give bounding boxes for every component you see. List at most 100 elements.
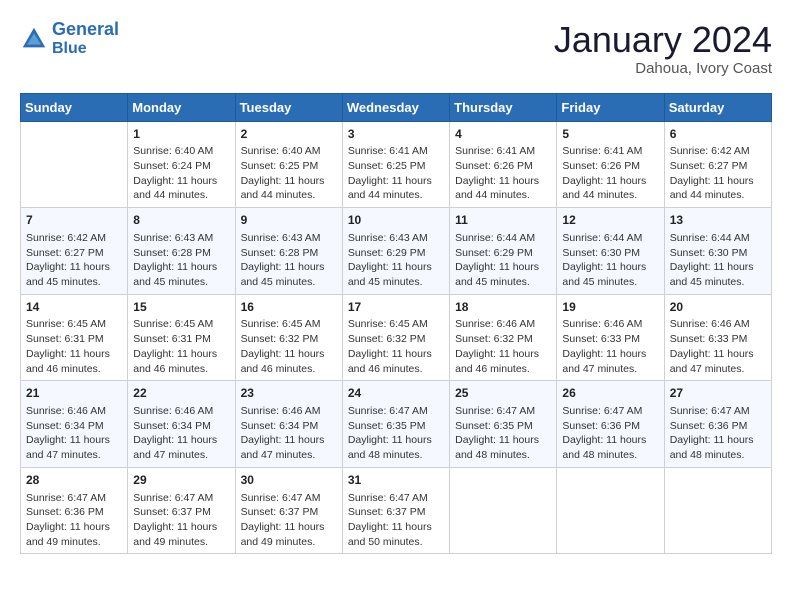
day-number: 25	[455, 385, 551, 402]
cell-content: Sunrise: 6:45 AMSunset: 6:31 PMDaylight:…	[133, 317, 229, 376]
day-number: 8	[133, 212, 229, 229]
day-number: 2	[241, 126, 337, 143]
cell-content: Sunrise: 6:46 AMSunset: 6:33 PMDaylight:…	[670, 317, 766, 376]
weekday-header-wednesday: Wednesday	[342, 93, 449, 121]
cell-content: Sunrise: 6:44 AMSunset: 6:30 PMDaylight:…	[562, 231, 658, 290]
cell-content: Sunrise: 6:47 AMSunset: 6:35 PMDaylight:…	[455, 404, 551, 463]
calendar-cell: 6Sunrise: 6:42 AMSunset: 6:27 PMDaylight…	[664, 121, 771, 208]
day-number: 19	[562, 299, 658, 316]
calendar-cell	[450, 467, 557, 554]
calendar-cell: 9Sunrise: 6:43 AMSunset: 6:28 PMDaylight…	[235, 208, 342, 295]
calendar-cell: 29 Sunrise: 6:47 AMSunset: 6:37 PMDayligh…	[128, 467, 235, 554]
cell-content: Sunrise: 6:47 AMSunset: 6:37 PMDaylight:…	[348, 491, 444, 550]
day-number: 29	[133, 472, 229, 489]
calendar-cell	[557, 467, 664, 554]
day-number: 3	[348, 126, 444, 143]
day-number: 4	[455, 126, 551, 143]
calendar-cell: 28 Sunrise: 6:47 AMSunset: 6:36 PMDayligh…	[21, 467, 128, 554]
month-title: January 2024	[554, 20, 772, 60]
day-number: 5	[562, 126, 658, 143]
day-number: 18	[455, 299, 551, 316]
calendar-cell: 5Sunrise: 6:41 AMSunset: 6:26 PMDaylight…	[557, 121, 664, 208]
cell-content: Sunrise: 6:41 AMSunset: 6:25 PMDaylight:…	[348, 144, 444, 203]
cell-content: Sunrise: 6:42 AMSunset: 6:27 PMDaylight:…	[26, 231, 122, 290]
calendar-cell: 8 Sunrise: 6:43 AMSunset: 6:28 PMDaylight…	[128, 208, 235, 295]
calendar-cell: 12Sunrise: 6:44 AMSunset: 6:30 PMDayligh…	[557, 208, 664, 295]
weekday-header-tuesday: Tuesday	[235, 93, 342, 121]
day-number: 13	[670, 212, 766, 229]
cell-content: Sunrise: 6:40 AMSunset: 6:25 PMDaylight:…	[241, 144, 337, 203]
calendar-week-row: 1Sunrise: 6:40 AMSunset: 6:24 PMDaylight…	[21, 121, 772, 208]
calendar-week-row: 21 Sunrise: 6:46 AMSunset: 6:34 PMDayligh…	[21, 381, 772, 468]
calendar-cell: 21 Sunrise: 6:46 AMSunset: 6:34 PMDayligh…	[21, 381, 128, 468]
calendar-cell: 18Sunrise: 6:46 AMSunset: 6:32 PMDayligh…	[450, 294, 557, 381]
day-number: 7	[26, 212, 122, 229]
calendar-cell: 22 Sunrise: 6:46 AMSunset: 6:34 PMDayligh…	[128, 381, 235, 468]
calendar-cell: 24Sunrise: 6:47 AMSunset: 6:35 PMDayligh…	[342, 381, 449, 468]
day-number: 6	[670, 126, 766, 143]
cell-content: Sunrise: 6:43 AMSunset: 6:28 PMDaylight:…	[241, 231, 337, 290]
cell-content: Sunrise: 6:41 AMSunset: 6:26 PMDaylight:…	[455, 144, 551, 203]
weekday-header-thursday: Thursday	[450, 93, 557, 121]
cell-content: Sunrise: 6:47 AMSunset: 6:37 PMDaylight:…	[241, 491, 337, 550]
calendar-cell: 25 Sunrise: 6:47 AMSunset: 6:35 PMDayligh…	[450, 381, 557, 468]
day-number: 22	[133, 385, 229, 402]
logo-icon	[20, 25, 48, 53]
calendar-cell: 19Sunrise: 6:46 AMSunset: 6:33 PMDayligh…	[557, 294, 664, 381]
cell-content: Sunrise: 6:43 AMSunset: 6:28 PMDaylight:…	[133, 231, 229, 290]
cell-content: Sunrise: 6:46 AMSunset: 6:34 PMDaylight:…	[26, 404, 122, 463]
day-number: 27	[670, 385, 766, 402]
day-number: 11	[455, 212, 551, 229]
calendar-cell: 16Sunrise: 6:45 AMSunset: 6:32 PMDayligh…	[235, 294, 342, 381]
weekday-header-saturday: Saturday	[664, 93, 771, 121]
day-number: 16	[241, 299, 337, 316]
cell-content: Sunrise: 6:46 AMSunset: 6:34 PMDaylight:…	[133, 404, 229, 463]
logo: General Blue	[20, 20, 119, 57]
calendar-cell: 31 Sunrise: 6:47 AMSunset: 6:37 PMDayligh…	[342, 467, 449, 554]
calendar-cell: 27Sunrise: 6:47 AMSunset: 6:36 PMDayligh…	[664, 381, 771, 468]
day-number: 21	[26, 385, 122, 402]
day-number: 10	[348, 212, 444, 229]
cell-content: Sunrise: 6:45 AMSunset: 6:31 PMDaylight:…	[26, 317, 122, 376]
calendar-cell: 14Sunrise: 6:45 AMSunset: 6:31 PMDayligh…	[21, 294, 128, 381]
calendar-cell: 10 Sunrise: 6:43 AMSunset: 6:29 PMDayligh…	[342, 208, 449, 295]
logo-text-line1: General	[52, 20, 119, 40]
page-header: General Blue January 2024 Dahoua, Ivory …	[20, 20, 772, 77]
calendar-cell: 30 Sunrise: 6:47 AMSunset: 6:37 PMDayligh…	[235, 467, 342, 554]
calendar-cell: 23Sunrise: 6:46 AMSunset: 6:34 PMDayligh…	[235, 381, 342, 468]
calendar-cell: 4Sunrise: 6:41 AMSunset: 6:26 PMDaylight…	[450, 121, 557, 208]
calendar-header: SundayMondayTuesdayWednesdayThursdayFrid…	[21, 93, 772, 121]
day-number: 30	[241, 472, 337, 489]
cell-content: Sunrise: 6:42 AMSunset: 6:27 PMDaylight:…	[670, 144, 766, 203]
calendar-week-row: 7 Sunrise: 6:42 AMSunset: 6:27 PMDaylight…	[21, 208, 772, 295]
day-number: 15	[133, 299, 229, 316]
calendar-cell: 3Sunrise: 6:41 AMSunset: 6:25 PMDaylight…	[342, 121, 449, 208]
calendar-cell: 26 Sunrise: 6:47 AMSunset: 6:36 PMDayligh…	[557, 381, 664, 468]
cell-content: Sunrise: 6:44 AMSunset: 6:30 PMDaylight:…	[670, 231, 766, 290]
calendar-cell: 2Sunrise: 6:40 AMSunset: 6:25 PMDaylight…	[235, 121, 342, 208]
calendar-cell	[664, 467, 771, 554]
day-number: 28	[26, 472, 122, 489]
cell-content: Sunrise: 6:47 AMSunset: 6:36 PMDaylight:…	[562, 404, 658, 463]
calendar-cell: 13 Sunrise: 6:44 AMSunset: 6:30 PMDayligh…	[664, 208, 771, 295]
calendar-cell: 11Sunrise: 6:44 AMSunset: 6:29 PMDayligh…	[450, 208, 557, 295]
cell-content: Sunrise: 6:46 AMSunset: 6:32 PMDaylight:…	[455, 317, 551, 376]
weekday-header-row: SundayMondayTuesdayWednesdayThursdayFrid…	[21, 93, 772, 121]
day-number: 1	[133, 126, 229, 143]
day-number: 26	[562, 385, 658, 402]
calendar-cell: 17Sunrise: 6:45 AMSunset: 6:32 PMDayligh…	[342, 294, 449, 381]
title-block: January 2024 Dahoua, Ivory Coast	[554, 20, 772, 77]
cell-content: Sunrise: 6:46 AMSunset: 6:33 PMDaylight:…	[562, 317, 658, 376]
logo-text-line2: Blue	[52, 40, 119, 58]
cell-content: Sunrise: 6:47 AMSunset: 6:36 PMDaylight:…	[26, 491, 122, 550]
cell-content: Sunrise: 6:43 AMSunset: 6:29 PMDaylight:…	[348, 231, 444, 290]
day-number: 31	[348, 472, 444, 489]
weekday-header-monday: Monday	[128, 93, 235, 121]
calendar-cell: 15Sunrise: 6:45 AMSunset: 6:31 PMDayligh…	[128, 294, 235, 381]
calendar-cell: 20Sunrise: 6:46 AMSunset: 6:33 PMDayligh…	[664, 294, 771, 381]
cell-content: Sunrise: 6:41 AMSunset: 6:26 PMDaylight:…	[562, 144, 658, 203]
calendar-week-row: 14Sunrise: 6:45 AMSunset: 6:31 PMDayligh…	[21, 294, 772, 381]
cell-content: Sunrise: 6:45 AMSunset: 6:32 PMDaylight:…	[348, 317, 444, 376]
cell-content: Sunrise: 6:47 AMSunset: 6:37 PMDaylight:…	[133, 491, 229, 550]
calendar-cell: 1Sunrise: 6:40 AMSunset: 6:24 PMDaylight…	[128, 121, 235, 208]
